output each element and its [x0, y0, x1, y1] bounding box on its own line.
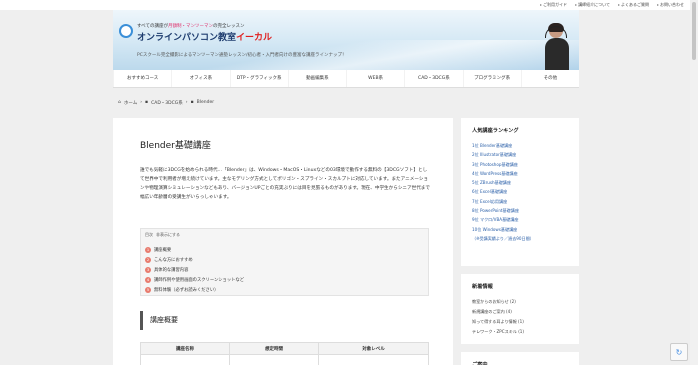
- nav-item-video[interactable]: 動画編集系: [287, 70, 346, 87]
- scrollbar[interactable]: [690, 0, 698, 365]
- nav-item-office[interactable]: オフィス系: [171, 70, 229, 87]
- news-item[interactable]: 知って得する耳より情報 (1): [472, 319, 579, 329]
- ranking-item[interactable]: 10位 Windows基礎講座: [472, 227, 579, 236]
- header-subline: PCスクール完全撮影によるマンツーマン通塾レッスン/初心者・入門者向けの豊富な講…: [137, 53, 347, 58]
- ranking-widget: 人気講座ランキング 1位 Blender基礎講座 2位 Illustrator基…: [461, 118, 579, 266]
- breadcrumb-current: Blender: [196, 100, 215, 105]
- site-name-main: オンラインパソコン教室: [137, 33, 237, 43]
- nav-item-programming[interactable]: プログラミング系: [462, 70, 521, 87]
- top-link-guide[interactable]: ご利用ガイド: [540, 2, 567, 8]
- breadcrumb-category[interactable]: CAD・3DCG系: [151, 100, 183, 106]
- news-title: 新着情報: [472, 284, 493, 290]
- top-link-instructors[interactable]: 講師紹介について: [575, 2, 610, 8]
- ranking-item[interactable]: 1位 Blender基礎講座: [472, 143, 579, 152]
- top-bar: ご利用ガイド 講師紹介について よくあるご質問 お問い合わせ: [0, 0, 690, 10]
- folder-icon: ▪: [190, 100, 194, 105]
- nav-item-cad[interactable]: CAD・3DCG系: [404, 70, 462, 87]
- chevron-right-icon: ›: [185, 100, 188, 105]
- recaptcha-icon[interactable]: ↻: [670, 343, 688, 361]
- site-name-red: イーカル: [236, 33, 273, 43]
- tagline-post: の完全レッスン: [213, 24, 245, 29]
- operator-photo: [545, 23, 569, 70]
- info-widget: ご案内: [461, 352, 579, 365]
- breadcrumb-home[interactable]: ホーム: [124, 100, 137, 106]
- logo-icon[interactable]: [119, 24, 133, 38]
- news-item[interactable]: テレワーク・ZPCスキル (1): [472, 329, 579, 339]
- tagline-pre: すべての講座が: [137, 24, 169, 29]
- ranking-item[interactable]: 4位 WordPress基礎講座: [472, 171, 579, 180]
- ranking-item[interactable]: 8位 PowerPoint基礎講座: [472, 208, 579, 217]
- news-widget: 新着情報 教室からのお知らせ (2) 新規講座のご案内 (4) 知って得する耳よ…: [461, 274, 579, 344]
- table-cell: [140, 354, 230, 365]
- scrollbar-thumb[interactable]: [692, 2, 696, 60]
- course-table: 講座名称 想定時間 対象レベル: [140, 342, 430, 365]
- top-links: ご利用ガイド 講師紹介について よくあるご質問 お問い合わせ: [540, 2, 684, 8]
- nav-item-recommended[interactable]: おすすめコース: [113, 70, 171, 87]
- toc-item[interactable]: 5 無料体験（必ずお読みください）: [145, 285, 244, 295]
- chevron-right-icon: ›: [140, 100, 143, 105]
- breadcrumb: ⌂ ホーム › ▪ CAD・3DCG系 › ▪ Blender: [118, 100, 214, 106]
- table-header: 対象レベル: [317, 342, 430, 355]
- toc-item[interactable]: 1 講座概要: [145, 245, 244, 255]
- toc-item[interactable]: 2 こんな方におすすめ: [145, 255, 244, 265]
- tagline-highlight: 月額制・マンツーマン: [168, 24, 214, 29]
- page-title: Blender基礎講座: [140, 141, 211, 151]
- home-icon: ⌂: [118, 100, 121, 105]
- article: Blender基礎講座 誰でも気軽に3DCGを始められる時代…「Blender」…: [113, 118, 453, 365]
- info-title: ご案内: [472, 362, 488, 365]
- ranking-note: （※受講実績より／過去90日間）: [472, 235, 534, 241]
- table-header: 講座名称: [140, 342, 230, 355]
- table-of-contents: 目次 非表示にする 1 講座概要 2 こんな方におすすめ 3 具体的な講習内容 4 講師…: [140, 228, 429, 296]
- folder-icon: ▪: [145, 100, 149, 105]
- toc-toggle[interactable]: 非表示にする: [156, 232, 180, 238]
- ranking-item[interactable]: 6位 Excel基礎講座: [472, 189, 579, 198]
- site-header: すべての講座が月額制・マンツーマンの完全レッスン オンラインパソコン教室イーカル…: [113, 10, 579, 70]
- news-item[interactable]: 新規講座のご案内 (4): [472, 309, 579, 319]
- nav-item-other[interactable]: その他: [520, 70, 579, 87]
- ranking-item[interactable]: 9位 マクロ/VBA基礎講座: [472, 217, 579, 226]
- main-nav: おすすめコース オフィス系 DTP・グラフィック系 動画編集系 WEB系 CAD…: [113, 70, 579, 88]
- toc-item[interactable]: 3 具体的な講習内容: [145, 265, 244, 275]
- intro-text: 誰でも気軽に3DCGを始められる時代…「Blender」は、Windows・Ma…: [140, 168, 430, 200]
- site-name[interactable]: オンラインパソコン教室イーカル: [137, 30, 272, 43]
- nav-item-web[interactable]: WEB系: [346, 70, 404, 87]
- toc-item[interactable]: 4 講師作例や使用画面のスクリーンショットなど: [145, 275, 244, 285]
- ranking-item[interactable]: 7位 Excel応用講座: [472, 199, 579, 208]
- tagline: すべての講座が月額制・マンツーマンの完全レッスン: [137, 23, 245, 29]
- table-header: 想定時間: [228, 342, 319, 355]
- ranking-item[interactable]: 3位 Photoshop基礎講座: [472, 162, 579, 171]
- toc-label: 目次: [145, 232, 153, 237]
- table-cell: [317, 354, 430, 365]
- section-heading: 講座概要: [140, 311, 429, 330]
- top-link-faq[interactable]: よくあるご質問: [618, 2, 649, 8]
- ranking-item[interactable]: 2位 Illustrator基礎講座: [472, 152, 579, 161]
- table-cell: [228, 354, 319, 365]
- news-item[interactable]: 教室からのお知らせ (2): [472, 299, 579, 309]
- ranking-title: 人気講座ランキング: [472, 128, 519, 134]
- nav-item-dtp[interactable]: DTP・グラフィック系: [229, 70, 288, 87]
- top-link-contact[interactable]: お問い合わせ: [657, 2, 684, 8]
